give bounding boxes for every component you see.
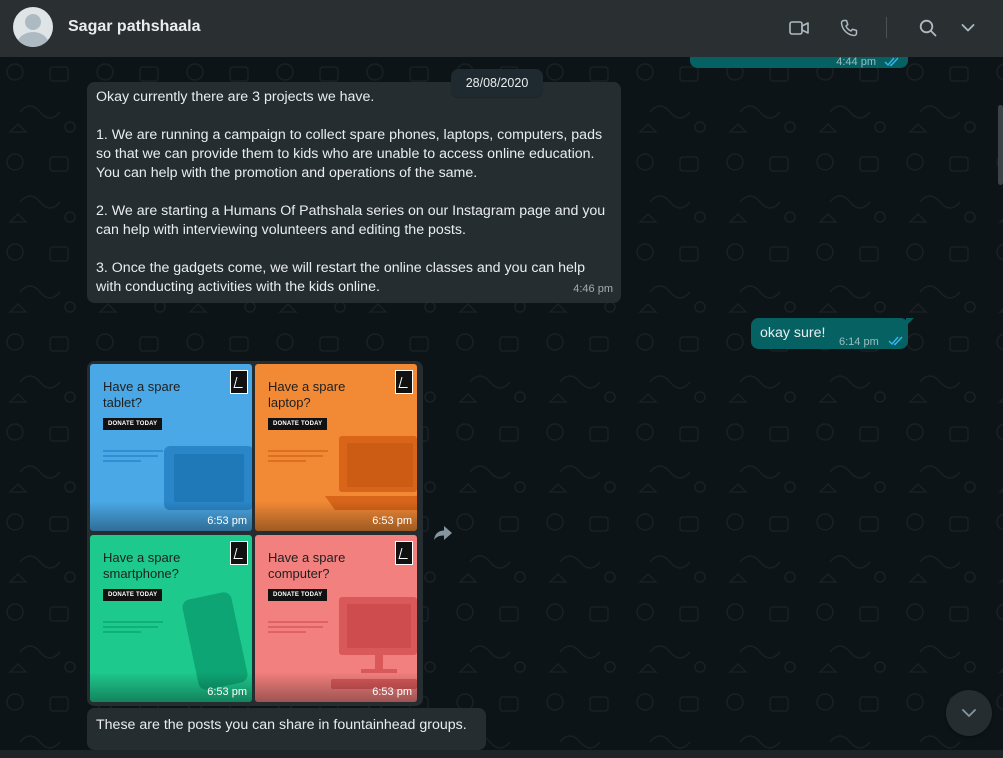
pathshala-logo-icon: [395, 541, 413, 565]
image-tile-tablet[interactable]: Have a spare tablet? DONATE TODAY 6:53 p…: [90, 364, 252, 531]
poster-body-lines: [103, 621, 163, 636]
message-text: okay sure!: [760, 325, 826, 341]
avatar[interactable]: [13, 7, 53, 47]
message-line: 3. Once the gadgets come, we will restar…: [96, 260, 585, 295]
message-line: 1. We are running a campaign to collect …: [96, 127, 603, 181]
contact-name[interactable]: Sagar pathshaala: [68, 18, 201, 36]
search-icon[interactable]: [916, 16, 940, 40]
scroll-to-bottom-button[interactable]: [946, 690, 992, 736]
image-tile-smartphone[interactable]: Have a spare smartphone? DONATE TODAY 6:…: [90, 535, 252, 702]
incoming-message[interactable]: These are the posts you can share in fou…: [87, 708, 486, 750]
pathshala-logo-icon: [230, 370, 248, 394]
donate-badge: DONATE TODAY: [103, 589, 163, 601]
image-tile-laptop[interactable]: Have a spare laptop? DONATE TODAY 6:53 p…: [255, 364, 417, 531]
donate-badge: DONATE TODAY: [268, 418, 328, 430]
pathshala-logo-icon: [230, 541, 248, 565]
message-line: 2. We are starting a Humans Of Pathshala…: [96, 203, 606, 238]
poster-body-lines: [268, 450, 328, 465]
message-time: 4:46 pm: [573, 283, 613, 295]
chat-scrollbar[interactable]: [998, 105, 1003, 185]
pathshala-logo-icon: [395, 370, 413, 394]
poster-body-lines: [103, 450, 163, 465]
image-tile-computer[interactable]: Have a spare computer? DONATE TODAY 6:53…: [255, 535, 417, 702]
voice-call-icon[interactable]: [837, 16, 861, 40]
poster-title: Have a spare laptop?: [268, 379, 346, 410]
poster-title: Have a spare smartphone?: [103, 550, 181, 581]
image-time: 6:53 pm: [207, 515, 247, 527]
forward-icon[interactable]: [433, 525, 453, 543]
avatar-head-shape: [25, 14, 41, 30]
bubble-tail: [906, 318, 914, 326]
chat-header: Sagar pathshaala: [0, 0, 1003, 57]
incoming-message[interactable]: Okay currently there are 3 projects we h…: [87, 82, 621, 303]
outgoing-message[interactable]: okay sure! 6:14 pm: [751, 318, 908, 349]
chevron-down-icon: [962, 709, 976, 717]
composer-edge: [0, 750, 1003, 758]
poster-body-lines: [268, 621, 328, 636]
image-time: 6:53 pm: [372, 515, 412, 527]
header-divider: [886, 17, 887, 38]
poster-title: Have a spare tablet?: [103, 379, 181, 410]
chevron-down-icon[interactable]: [956, 16, 980, 40]
message-text: These are the posts you can share in fou…: [96, 717, 467, 733]
avatar-body-shape: [17, 32, 49, 47]
read-receipt-icon: [888, 333, 904, 352]
image-time: 6:53 pm: [207, 686, 247, 698]
video-call-icon[interactable]: [787, 16, 811, 40]
image-album: Have a spare tablet? DONATE TODAY 6:53 p…: [87, 361, 423, 706]
image-time: 6:53 pm: [372, 686, 412, 698]
date-separator: 28/08/2020: [451, 69, 543, 97]
poster-title: Have a spare computer?: [268, 550, 346, 581]
whatsapp-chat-window: Sagar pathshaala 4:44 pm 28/08/2020 Okay…: [0, 0, 1003, 758]
donate-badge: DONATE TODAY: [103, 418, 163, 430]
donate-badge: DONATE TODAY: [268, 589, 328, 601]
message-time: 6:14 pm: [839, 336, 879, 348]
